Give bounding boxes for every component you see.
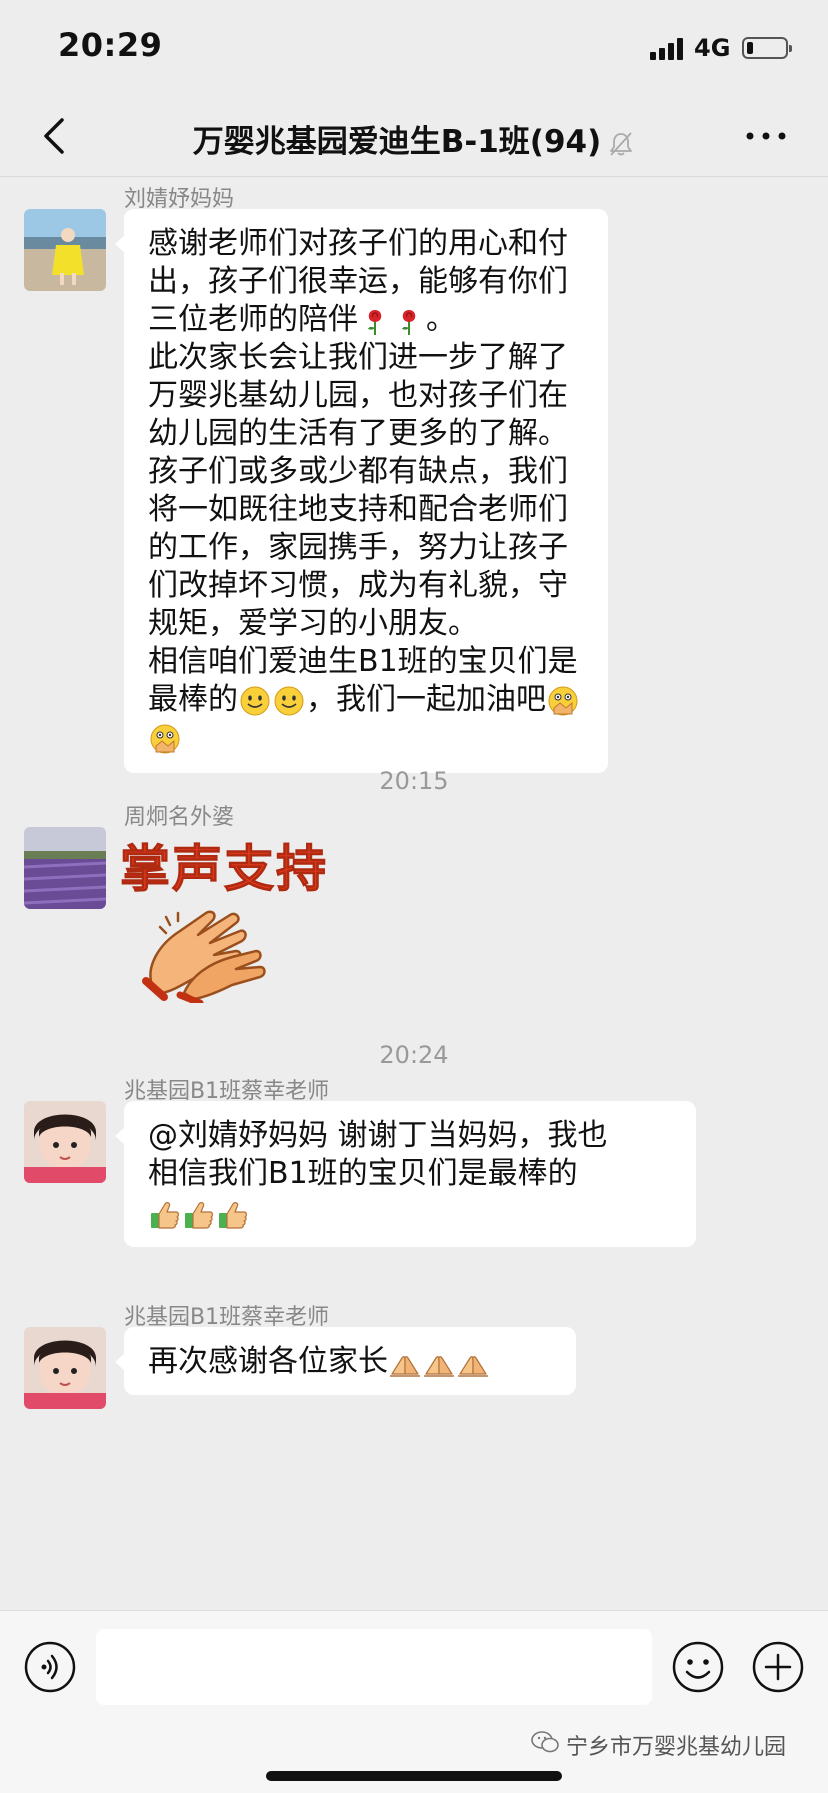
wechat-official-account-icon bbox=[531, 1731, 559, 1753]
emoji-picker-button[interactable] bbox=[670, 1639, 726, 1695]
clap-emoji bbox=[548, 686, 578, 715]
chat-title-wrap: 万婴兆基园爱迪生B-1班(94) bbox=[100, 116, 728, 161]
smile-emoji bbox=[274, 686, 304, 715]
avatar[interactable] bbox=[24, 1327, 106, 1409]
thumbs-up-emoji bbox=[219, 1201, 247, 1229]
watermark-text: 宁乡市万婴兆基幼儿园 bbox=[566, 1735, 787, 1760]
smile-emoji bbox=[240, 686, 270, 715]
mute-bell-icon bbox=[610, 131, 633, 156]
message-text: 再次感谢各位家长 bbox=[148, 1343, 554, 1381]
pray-emoji bbox=[424, 1355, 454, 1377]
back-button[interactable] bbox=[30, 108, 86, 164]
avatar[interactable] bbox=[24, 209, 106, 291]
sticker-text: 掌声支持 bbox=[120, 839, 328, 899]
chat-message-list[interactable]: 刘婧妤妈妈 感谢老师们对孩子们的用心和付出，孩子们很幸运，能够有你们三位老师的陪… bbox=[0, 177, 828, 1610]
more-options-button[interactable] bbox=[738, 120, 794, 152]
message-text: 相信我们B1班的宝贝们是最棒的 bbox=[148, 1156, 578, 1191]
message-text: @刘婧妤妈妈 谢谢丁当妈妈，我也 bbox=[148, 1118, 608, 1153]
input-bar: 宁乡市万婴兆基幼儿园 bbox=[0, 1610, 828, 1793]
message-text: 此次家长会让我们进一步了解了万婴兆基幼儿园，也对孩子们在幼儿园的生活有了更多的了… bbox=[148, 340, 568, 641]
avatar[interactable] bbox=[24, 827, 106, 909]
rose-emoji bbox=[368, 309, 382, 335]
thumbs-up-emoji bbox=[185, 1201, 213, 1229]
message-text: 相信咱们爱迪生B1班的宝贝们是最棒的 ，我们一起加油吧 bbox=[148, 643, 586, 757]
pray-emoji bbox=[390, 1355, 420, 1377]
network-type: 4G bbox=[694, 34, 731, 62]
message-bubble[interactable]: 再次感谢各位家长 bbox=[115, 1327, 576, 1395]
thumbs-up-emoji bbox=[151, 1201, 179, 1229]
sticker-message[interactable]: 掌声支持 bbox=[120, 829, 327, 1009]
time-divider: 20:15 bbox=[379, 767, 449, 795]
time-divider: 20:24 bbox=[379, 1041, 449, 1069]
clap-emoji bbox=[150, 724, 180, 753]
more-actions-plus-button[interactable] bbox=[750, 1639, 806, 1695]
message-bubble[interactable]: @刘婧妤妈妈 谢谢丁当妈妈，我也 相信我们B1班的宝贝们是最棒的 bbox=[115, 1101, 696, 1247]
message-bubble[interactable]: 感谢老师们对孩子们的用心和付出，孩子们很幸运，能够有你们三位老师的陪伴 。 此次… bbox=[115, 209, 608, 773]
battery-level bbox=[747, 42, 753, 54]
voice-input-button[interactable] bbox=[22, 1639, 78, 1695]
message-text: 感谢老师们对孩子们的用心和付出，孩子们很幸运，能够有你们三位老师的陪伴 。 bbox=[148, 226, 568, 337]
home-indicator[interactable] bbox=[266, 1771, 562, 1781]
status-bar: 20:29 4G bbox=[0, 0, 828, 96]
chat-header: 万婴兆基园爱迪生B-1班(94) bbox=[0, 96, 828, 177]
clapping-hands-sticker bbox=[142, 910, 266, 1003]
battery-icon bbox=[742, 37, 792, 59]
status-time: 20:29 bbox=[58, 26, 163, 64]
signal-strength-icon bbox=[650, 36, 686, 60]
sender-name: 周炯名外婆 bbox=[124, 805, 235, 830]
avatar[interactable] bbox=[24, 1101, 106, 1183]
rose-emoji bbox=[402, 309, 416, 335]
pray-emoji bbox=[458, 1355, 488, 1377]
message-input[interactable] bbox=[96, 1629, 652, 1705]
chat-title: 万婴兆基园爱迪生B-1班(94) bbox=[192, 124, 602, 160]
message-emojis bbox=[148, 1195, 674, 1233]
